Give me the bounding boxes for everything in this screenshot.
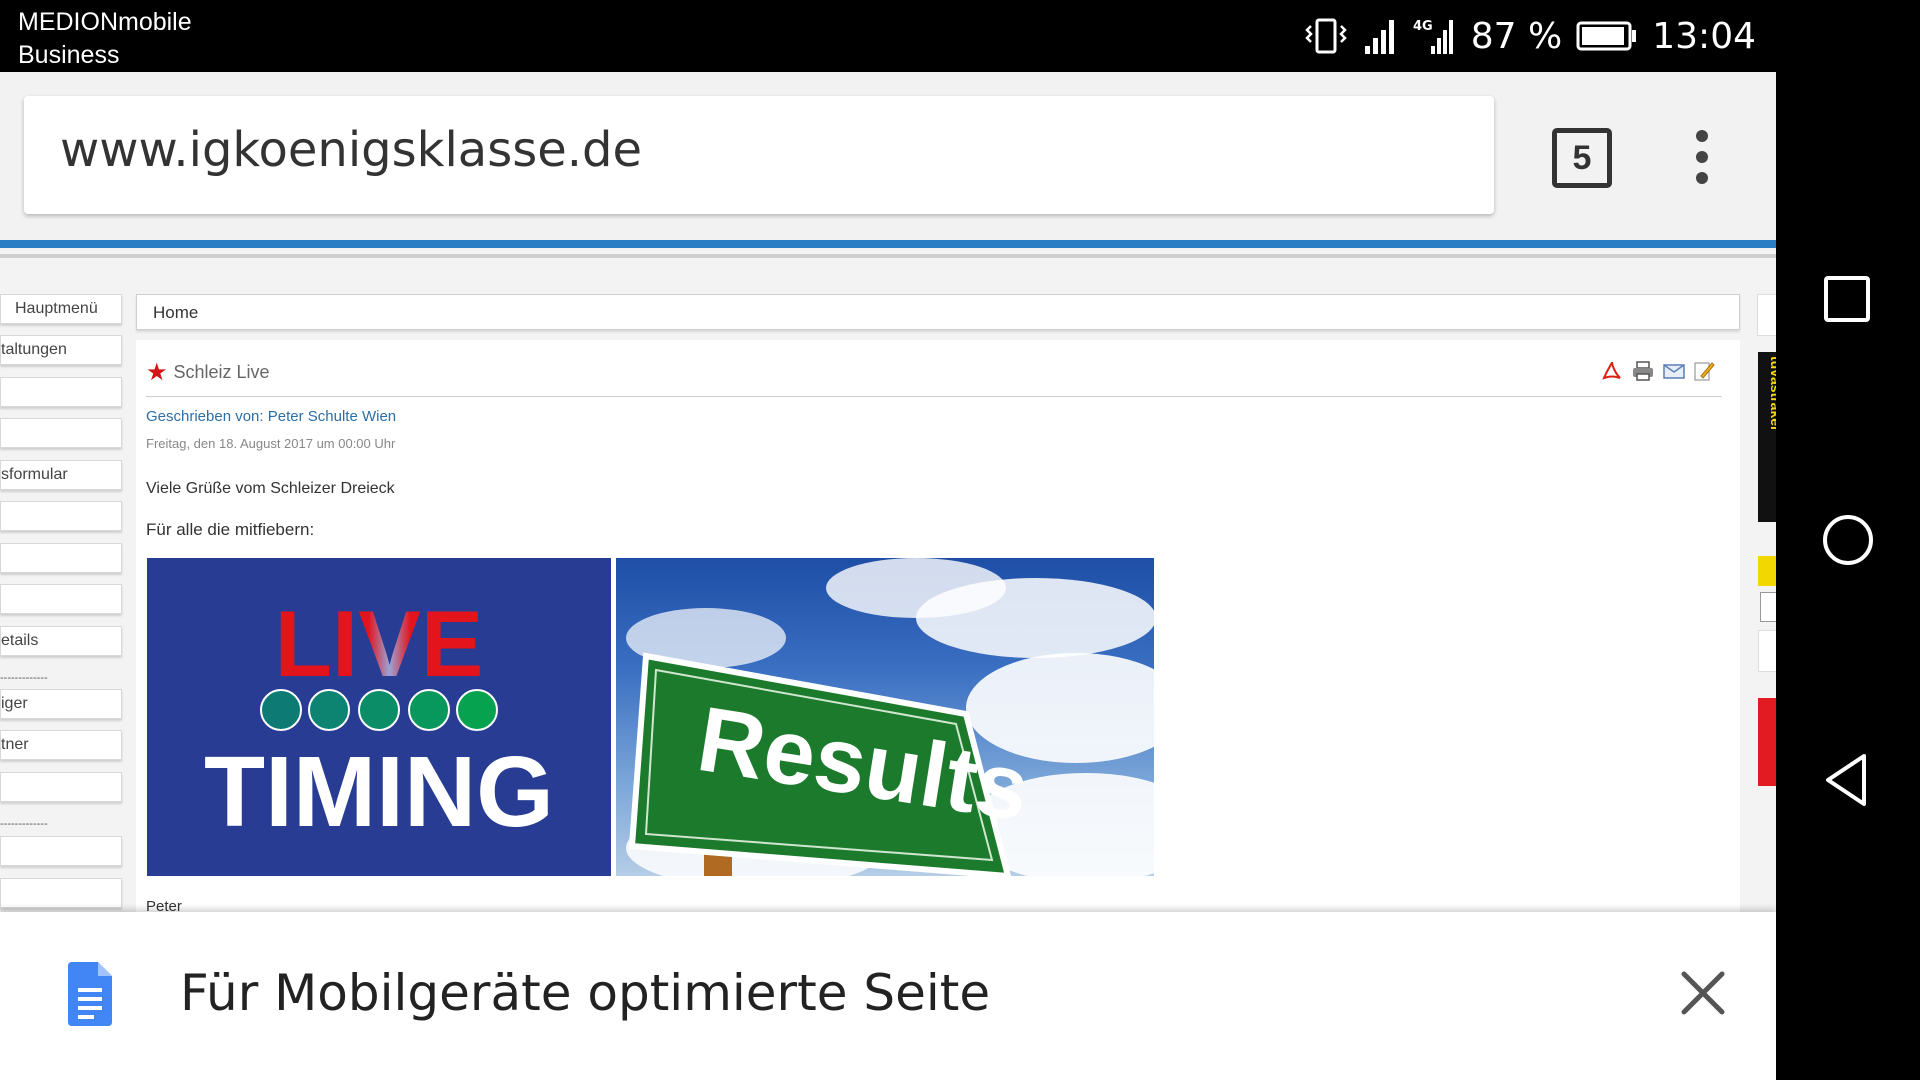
menu-item[interactable] xyxy=(0,878,122,908)
url-text[interactable]: www.igkoenigsklasse.de xyxy=(60,122,642,178)
browser-toolbar: www.igkoenigsklasse.de 5 xyxy=(0,72,1776,240)
overflow-menu-button[interactable] xyxy=(1692,130,1712,186)
menu-dot-icon xyxy=(1696,151,1708,163)
menu-separator: ------------- xyxy=(0,672,48,684)
live-word: LIVE xyxy=(275,591,484,696)
live-timing-graphic: LIVE TIMING xyxy=(204,591,554,848)
article-title: ★ Schleiz Live xyxy=(146,356,270,386)
signal-icon xyxy=(1364,20,1394,54)
banner-text: Für Mobilgeräte optimierte Seite xyxy=(180,964,991,1022)
menu-item-formular[interactable]: sformular xyxy=(0,460,122,490)
pdf-icon[interactable] xyxy=(1600,360,1624,382)
carrier-line-1: MEDIONmobile xyxy=(18,8,192,36)
back-button[interactable] xyxy=(1818,750,1878,810)
battery-icon xyxy=(1576,21,1637,51)
menu-item-partner[interactable]: tner xyxy=(0,730,122,760)
tab-switcher-button[interactable]: 5 xyxy=(1552,128,1612,188)
email-icon[interactable] xyxy=(1662,360,1686,382)
menu-separator: ------------- xyxy=(0,818,48,830)
sponsor-text: tuvastraker xyxy=(1768,356,1776,432)
carrier-line-2: Business xyxy=(18,41,120,69)
menu-item[interactable] xyxy=(0,584,122,614)
menu-item-veranstaltungen[interactable]: taltungen xyxy=(0,335,122,365)
back-triangle-icon xyxy=(1826,754,1866,806)
mobile-optimized-banner[interactable]: Für Mobilgeräte optimierte Seite xyxy=(0,912,1776,1080)
article: ★ Schleiz Live Geschrieben von: Peter Sch… xyxy=(136,340,1740,912)
star-icon: ★ xyxy=(146,359,168,386)
article-author: Geschrieben von: Peter Schulte Wien xyxy=(146,408,397,425)
article-date: Freitag, den 18. August 2017 um 00:00 Uh… xyxy=(146,436,396,451)
status-bar: MEDIONmobile Business 4G 87 % 13:04 xyxy=(0,0,1776,72)
network-type-label: 4G xyxy=(1413,19,1433,34)
web-page: Hauptmenü taltungen sformular etails ---… xyxy=(0,240,1776,912)
recents-button[interactable] xyxy=(1818,270,1878,330)
menu-item-details[interactable]: etails xyxy=(0,626,122,656)
menu-item[interactable] xyxy=(0,543,122,573)
header-grey-line xyxy=(0,254,1776,258)
menu-dot-icon xyxy=(1696,130,1708,142)
url-bar[interactable]: www.igkoenigsklasse.de xyxy=(24,96,1494,214)
close-icon[interactable] xyxy=(1680,970,1726,1016)
battery-percent: 87 % xyxy=(1470,15,1563,57)
sponsor-red-logo[interactable] xyxy=(1758,698,1776,786)
circle-icon xyxy=(1823,515,1873,565)
sponsor-box xyxy=(1760,592,1776,622)
sponsor-graphic: tuvastraker xyxy=(1768,356,1776,432)
edit-icon[interactable] xyxy=(1692,360,1716,382)
menu-item[interactable] xyxy=(0,418,122,448)
navigation-bar xyxy=(1776,0,1920,1080)
timing-word: TIMING xyxy=(204,736,554,848)
article-signature: Peter xyxy=(146,898,182,912)
menu-item-sieger[interactable]: iger xyxy=(0,689,122,719)
article-greeting: Viele Grüße vom Schleizer Dreieck xyxy=(146,480,395,497)
clock: 13:04 xyxy=(1652,15,1756,57)
article-title-text: Schleiz Live xyxy=(173,362,270,382)
right-column-box xyxy=(1757,294,1776,336)
menu-item[interactable] xyxy=(0,836,122,866)
menu-item[interactable] xyxy=(0,772,122,802)
menu-dot-icon xyxy=(1696,172,1708,184)
square-icon xyxy=(1824,276,1870,322)
sponsor-banner[interactable]: tuvastraker xyxy=(1758,352,1776,522)
results-image[interactable]: Results xyxy=(616,558,1154,876)
status-icons: 4G 87 % 13:04 xyxy=(1303,10,1756,62)
document-icon xyxy=(68,962,112,1026)
header-blue-line xyxy=(0,240,1776,248)
live-timing-image[interactable]: LIVE TIMING xyxy=(147,558,611,876)
menu-item[interactable] xyxy=(0,377,122,407)
home-button[interactable] xyxy=(1818,510,1878,570)
right-column-box xyxy=(1758,630,1776,672)
menu-item-hauptmenu[interactable]: Hauptmenü xyxy=(0,294,122,324)
vibrate-icon xyxy=(1305,18,1347,54)
article-intro: Für alle die mitfiebern: xyxy=(146,520,315,539)
carrier-name: MEDIONmobile Business xyxy=(18,6,192,72)
4g-signal-icon: 4G xyxy=(1413,19,1453,54)
menu-item[interactable] xyxy=(0,501,122,531)
title-divider xyxy=(146,396,1722,397)
sponsor-badge xyxy=(1758,556,1776,586)
results-graphic: Results xyxy=(626,558,1154,876)
breadcrumb[interactable]: Home xyxy=(136,294,1740,330)
print-icon[interactable] xyxy=(1631,360,1655,382)
